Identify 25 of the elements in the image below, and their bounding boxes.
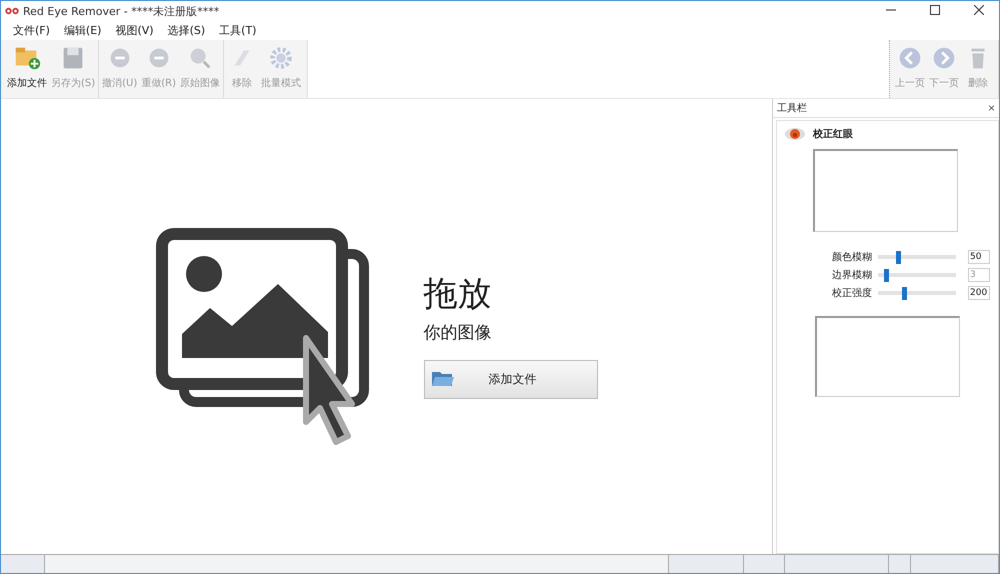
toolbar-button[interactable]: 添加文件 [5,40,49,96]
maximize-icon [930,5,940,15]
slider-label: 颜色模糊 [832,250,872,264]
add-file-button[interactable]: 添加文件 [424,360,598,399]
menu-item[interactable]: 编辑(E) [58,21,108,40]
slider-thumb[interactable] [902,286,907,300]
slider-label: 边界模糊 [832,268,872,282]
drop-title: 拖放 [424,274,492,315]
eye-icon [785,128,805,140]
slider-thumb[interactable] [896,250,900,264]
menu-item[interactable]: 工具(T) [213,21,262,40]
close-icon [974,5,984,15]
menu-item[interactable]: 视图(V) [109,21,160,40]
section-title: 校正红眼 [813,128,853,141]
slider-label: 校正强度 [832,286,872,300]
folder-icon [430,370,454,388]
panel-title: 工具栏 [777,102,807,115]
value-field[interactable]: 50 [968,250,990,264]
eyes-icon [5,7,19,15]
value-field[interactable]: 200 [968,286,990,300]
menu-item[interactable]: 文件(F) [7,21,56,40]
drop-subtitle: 你的图像 [424,322,492,344]
window-title: Red Eye Remover - ****未注册版**** [23,4,220,18]
close-button[interactable]: × [988,101,995,115]
menu-item[interactable]: 选择(S) [162,21,212,40]
